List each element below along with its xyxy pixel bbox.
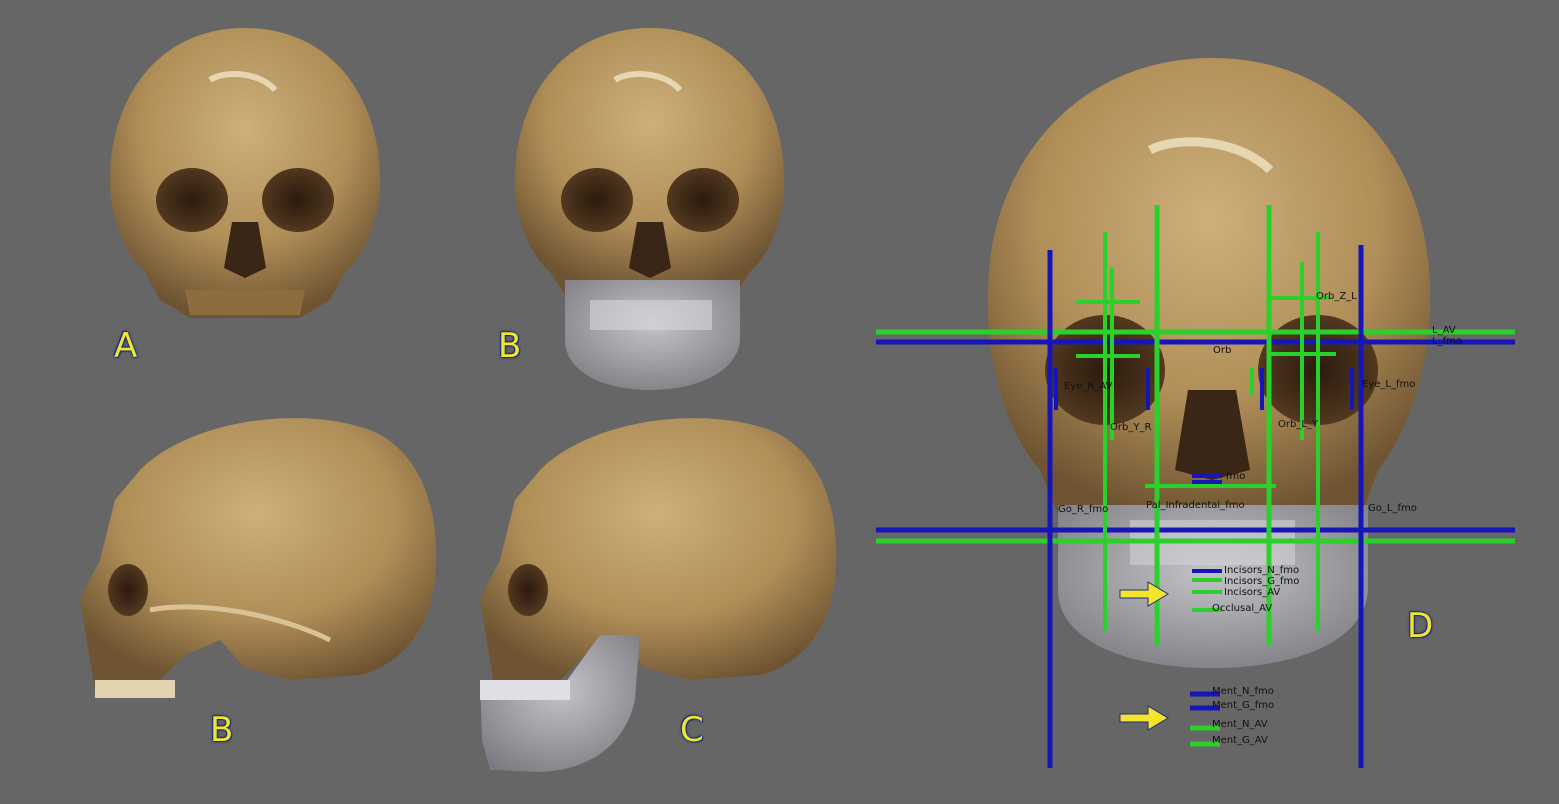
- panel-label-b-front: B: [498, 326, 522, 366]
- figure-canvas: [80, 28, 1515, 772]
- landmark-pal-infradental: Pal_Infradental_fmo: [1146, 500, 1245, 511]
- landmark-go-r-fmo: Go_R_fmo: [1058, 504, 1109, 515]
- landmark-orb-z-l: Orb_Z_L: [1316, 291, 1357, 302]
- landmark-ment-g-fmo: Ment_G_fmo: [1212, 700, 1275, 711]
- panel-label-d: D: [1407, 606, 1434, 646]
- landmark-orb-y-r: Orb_Y_R: [1110, 422, 1152, 433]
- landmark-ment-g-av: Ment_G_AV: [1212, 735, 1268, 746]
- landmark-l-fmo: L_fmo: [1432, 336, 1462, 347]
- landmark-incisors-av: Incisors_AV: [1224, 587, 1281, 598]
- arrow-menton: [1119, 705, 1169, 731]
- landmark-ment-n-fmo: Ment_N_fmo: [1212, 686, 1274, 697]
- landmark-occlusal-av: Occlusal_AV: [1212, 603, 1273, 614]
- landmark-l-av: L_AV: [1432, 325, 1456, 336]
- skull-frontal-a: [109, 28, 381, 318]
- landmark-go-l-fmo: Go_L_fmo: [1368, 503, 1417, 514]
- landmark-orb: Orb: [1213, 345, 1232, 356]
- landmark-incisors-g: Incisors_G_fmo: [1224, 576, 1300, 587]
- skull-frontal-b: [514, 28, 785, 390]
- panel-label-c: C: [680, 710, 704, 750]
- panel-label-b-side: B: [210, 710, 234, 750]
- landmark-orb-l-y: Orb_L_Y: [1278, 419, 1319, 430]
- landmark-eye-r-av: Eye_R_AV: [1064, 381, 1113, 392]
- landmark-incisors-n: Incisors_N_fmo: [1224, 565, 1300, 576]
- skull-lateral-b: [80, 418, 437, 698]
- panel-label-a: A: [114, 326, 138, 366]
- skull-lateral-c: [480, 418, 837, 772]
- skull-frontal-d: [987, 58, 1431, 668]
- landmark-ment-n-av: Ment_N_AV: [1212, 719, 1268, 730]
- landmark-eye-l-fmo: Eye_L_fmo: [1362, 379, 1416, 390]
- landmark-fmo: fmo: [1226, 471, 1246, 482]
